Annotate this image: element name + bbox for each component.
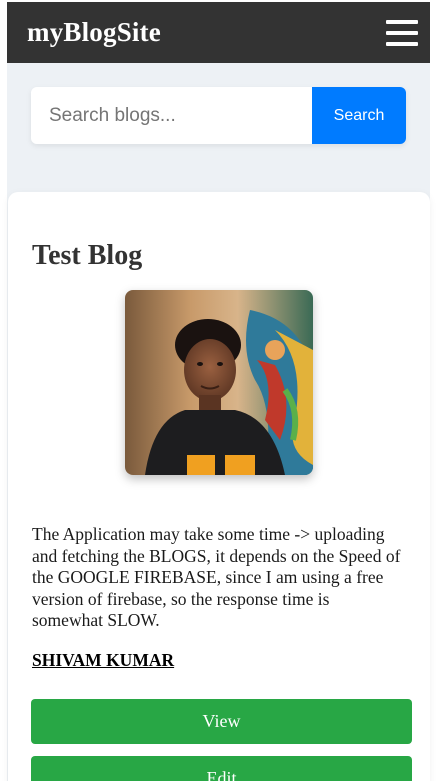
edit-button[interactable]: Edit	[31, 756, 412, 781]
search-button[interactable]: Search	[312, 87, 406, 144]
brand-logo[interactable]: myBlogSite	[27, 17, 161, 48]
search-input[interactable]	[31, 87, 312, 144]
author-photo	[125, 290, 313, 475]
navbar: myBlogSite	[7, 2, 430, 63]
hamburger-menu-icon[interactable]	[386, 19, 418, 46]
blog-title: Test Blog	[32, 240, 143, 271]
blog-description: The Application may take some time -> up…	[32, 524, 401, 630]
view-button[interactable]: View	[31, 699, 412, 744]
search-bar: Search	[31, 87, 406, 144]
author-link[interactable]: SHIVAM KUMAR	[32, 650, 174, 671]
hamburger-bar	[386, 19, 418, 24]
author-photo-illustration	[125, 290, 313, 475]
hamburger-bar	[386, 41, 418, 46]
blog-card: Test Blog The Application may take some …	[8, 192, 430, 781]
app-frame: myBlogSite Search Test Blog	[0, 0, 439, 781]
hamburger-bar	[386, 30, 418, 35]
